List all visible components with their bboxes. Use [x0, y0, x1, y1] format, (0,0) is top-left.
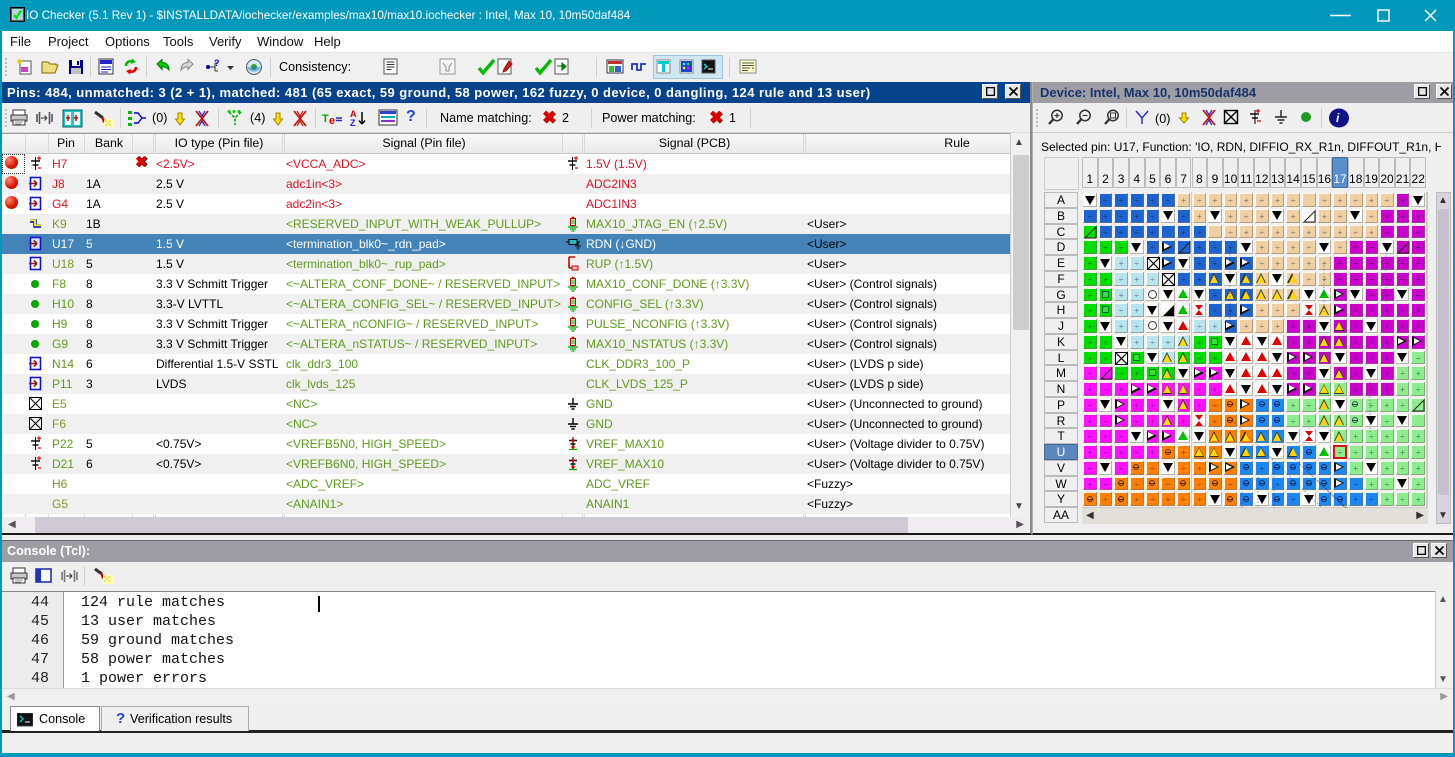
- svg-text:e: e: [329, 115, 335, 127]
- svg-text:Z: Z: [350, 118, 356, 128]
- svg-text:T: T: [322, 113, 329, 125]
- svg-text:?: ?: [214, 58, 220, 68]
